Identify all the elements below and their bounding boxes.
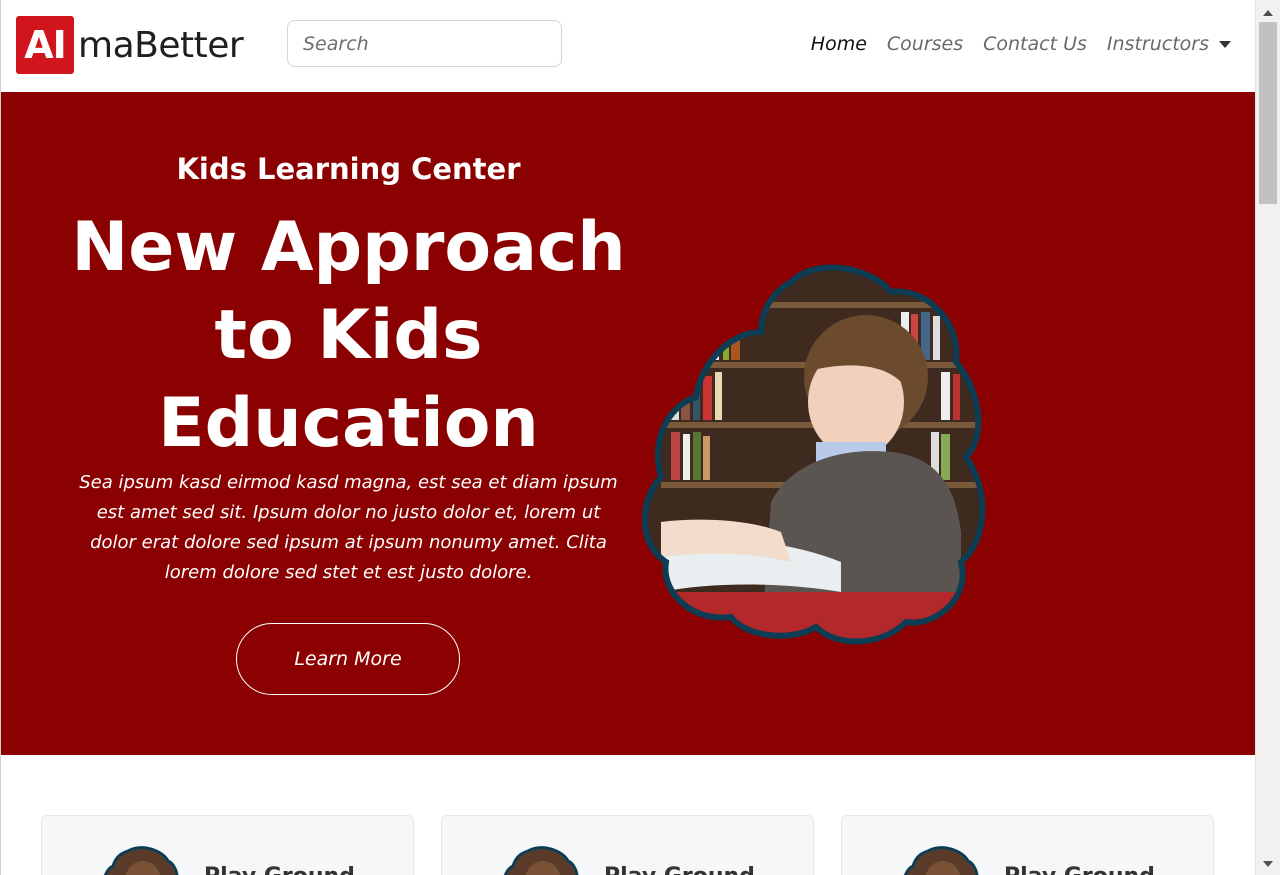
logo-wordmark: maBetter	[78, 24, 244, 66]
brand-logo[interactable]: AI maBetter	[16, 16, 244, 74]
hero-title-line1: New Approach	[71, 208, 626, 287]
card-title: Play Ground	[604, 864, 755, 875]
search-input[interactable]	[287, 20, 562, 67]
page: AI maBetter Home Courses Contact Us Inst…	[0, 0, 1255, 875]
nav-home[interactable]: Home	[811, 33, 867, 55]
card-title: Play Ground	[1004, 864, 1155, 875]
scroll-up-arrow-icon[interactable]	[1263, 10, 1273, 16]
feature-card[interactable]: Play Ground	[441, 815, 814, 875]
hero-section: Kids Learning Center New Approach to Kid…	[1, 92, 1255, 755]
nav-instructors-label: Instructors	[1106, 33, 1209, 55]
child-reading-thumbnail	[104, 846, 179, 875]
feature-card[interactable]: Play Ground	[41, 815, 414, 875]
caret-down-icon	[1219, 41, 1231, 48]
scroll-thumb[interactable]	[1259, 22, 1277, 204]
hero-title-line2: to Kids	[214, 296, 483, 375]
vertical-scrollbar[interactable]	[1255, 0, 1280, 875]
card-title: Play Ground	[204, 864, 355, 875]
nav-contact-us[interactable]: Contact Us	[983, 33, 1087, 55]
child-reading-thumbnail	[504, 846, 579, 875]
navbar: AI maBetter Home Courses Contact Us Inst…	[1, 0, 1255, 92]
nav-courses[interactable]: Courses	[887, 33, 963, 55]
feature-card[interactable]: Play Ground	[841, 815, 1214, 875]
child-reading-thumbnail	[904, 846, 979, 875]
child-reading-photo	[641, 264, 986, 645]
nav-instructors-dropdown[interactable]: Instructors	[1107, 33, 1231, 55]
logo-mark: AI	[16, 16, 74, 74]
hero-subtitle: Kids Learning Center	[176, 152, 521, 186]
hero-title: New Approach to Kids Education	[71, 204, 626, 468]
learn-more-button[interactable]: Learn More	[236, 623, 460, 695]
main-nav: Home Courses Contact Us Instructors	[791, 30, 1231, 58]
features-section: Play Ground Play Ground Play Ground	[1, 755, 1255, 875]
scroll-down-arrow-icon[interactable]	[1263, 861, 1273, 867]
hero-description: Sea ipsum kasd eirmod kasd magna, est se…	[79, 472, 618, 583]
hero-title-line3: Education	[158, 384, 539, 463]
